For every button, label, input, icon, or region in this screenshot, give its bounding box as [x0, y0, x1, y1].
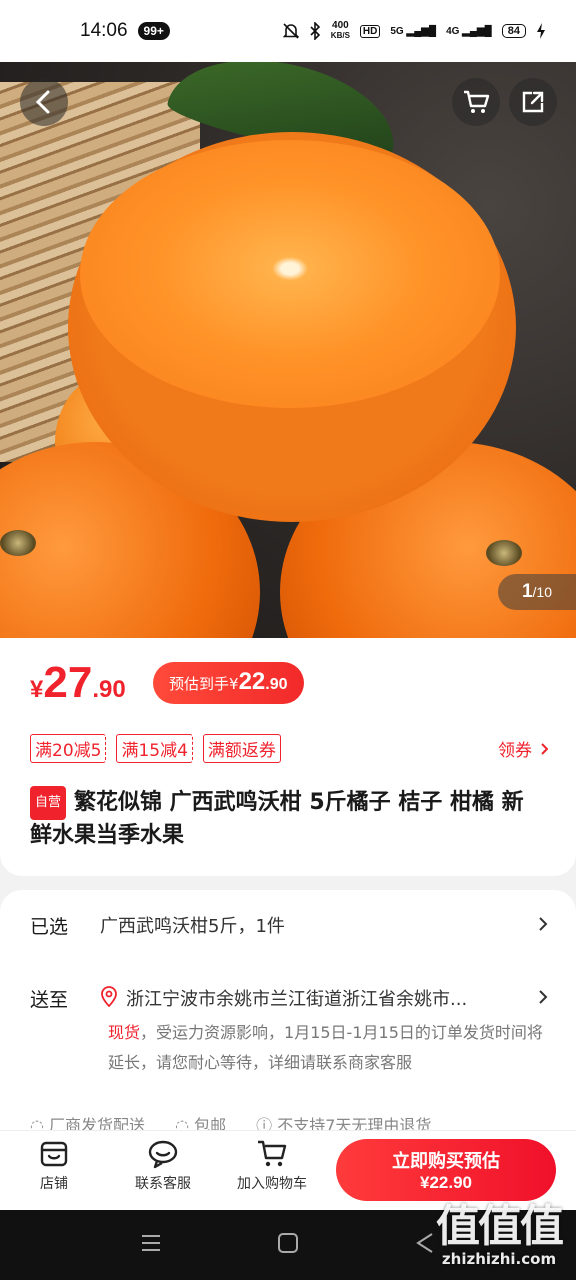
coupon-tag[interactable]: 满20减5 — [30, 734, 107, 763]
get-coupon-label: 领券 — [498, 741, 532, 761]
share-button[interactable] — [509, 78, 557, 126]
chevron-right-icon — [541, 742, 548, 755]
price-card: ¥ 27 .90 预估到手 ¥ 22 .90 满20减5 满15减4 满额返券 … — [0, 638, 576, 876]
estimated-price-label: 预估到手 — [169, 675, 230, 693]
shipping-notice-text: ，受运力资源影响，1月15日-1月15日的订单发货时间将延长，请您耐心等待，详细… — [108, 1023, 543, 1072]
location-pin-icon — [101, 986, 117, 1007]
shipping-address: 浙江宁波市余姚市兰江街道浙江省余姚市... — [126, 989, 468, 1010]
orange-stem-graphic — [486, 540, 522, 566]
price-integer: 27 — [43, 658, 93, 707]
signal-4g-label: 4G — [446, 25, 460, 37]
estimated-price-currency: ¥ — [229, 675, 239, 693]
status-bar: 14:06 99+ 400 KB/S HD 5G ▂▄▆█ 4G ▂▄▆█ 84 — [0, 0, 576, 62]
info-card: 已选 广西武鸣沃柑5斤，1件 送至 浙江宁波市余姚市兰江街道浙江省余姚市... … — [0, 890, 576, 1135]
hd-icon: HD — [359, 24, 381, 38]
estimated-price-decimal: .90 — [265, 676, 288, 693]
estimated-price-pill[interactable]: 预估到手 ¥ 22 .90 — [153, 662, 304, 704]
image-counter-current: 1 — [521, 581, 533, 602]
price-decimal: .90 — [92, 676, 126, 703]
mute-bell-icon — [282, 23, 299, 39]
customer-service-label: 联系客服 — [135, 1176, 191, 1192]
price-currency: ¥ — [30, 676, 44, 703]
menu-icon[interactable] — [140, 1232, 162, 1254]
notification-badge: 99+ — [137, 22, 170, 40]
net-speed-value: 400 — [332, 20, 349, 31]
signal-5g-label: 5G — [390, 25, 404, 37]
estimated-price-integer: 22 — [238, 668, 266, 695]
back-button[interactable] — [20, 78, 68, 126]
store-icon — [40, 1141, 68, 1167]
network-speed: 400 KB/S — [331, 21, 350, 41]
coupon-tag[interactable]: 满15减4 — [116, 734, 193, 763]
image-counter-total: /10 — [532, 584, 553, 600]
stock-status: 现货 — [108, 1023, 141, 1042]
coupon-tag[interactable]: 满额返券 — [202, 734, 281, 763]
watermark-logo-text: 值值值 — [436, 1201, 564, 1252]
selected-value: 广西武鸣沃柑5斤，1件 — [100, 916, 285, 937]
watermark-logo: 值值值 zhizhizhi.com — [436, 1190, 564, 1268]
product-title-text: 繁花似锦 广西武鸣沃柑 5斤橘子 桔子 柑橘 新鲜水果当季水果 — [30, 790, 524, 848]
battery-icon: 84 — [501, 24, 526, 38]
cart-button[interactable] — [452, 78, 500, 126]
selected-label: 已选 — [30, 916, 69, 938]
add-to-cart-label: 加入购物车 — [237, 1176, 307, 1192]
price: ¥ 27 .90 — [30, 658, 126, 708]
status-icons: 400 KB/S HD 5G ▂▄▆█ 4G ▂▄▆█ 84 — [282, 21, 546, 41]
customer-service-button[interactable]: 联系客服 — [113, 1139, 213, 1193]
buy-now-label: 立即购买预估 — [392, 1151, 500, 1172]
bluetooth-icon — [310, 22, 320, 40]
charging-icon — [537, 23, 545, 39]
coupon-list: 满20减5 满15减4 满额返券 — [30, 734, 281, 763]
store-button[interactable]: 店铺 — [4, 1139, 104, 1193]
add-to-cart-button[interactable]: 加入购物车 — [222, 1139, 322, 1193]
chat-bubble-icon — [148, 1140, 178, 1169]
self-operated-badge: 自营 — [30, 786, 67, 820]
store-label: 店铺 — [40, 1176, 68, 1192]
product-image-gallery[interactable]: 1 /10 — [0, 62, 576, 638]
image-counter: 1 /10 — [498, 574, 576, 610]
share-icon — [522, 91, 544, 113]
watermark-url: zhizhizhi.com — [441, 1250, 557, 1268]
orange-stem-graphic — [0, 530, 36, 556]
cart-icon — [258, 1140, 287, 1167]
shipping-notice: 现货，受运力资源影响，1月15日-1月15日的订单发货时间将延长，请您耐心等待，… — [108, 1018, 548, 1078]
orange-flesh-graphic — [80, 140, 500, 408]
home-icon[interactable] — [277, 1232, 299, 1254]
chevron-left-icon — [35, 90, 50, 114]
back-nav-icon[interactable] — [414, 1232, 436, 1254]
clock: 14:06 — [80, 20, 128, 41]
signal-5g-icon: 5G ▂▄▆█ — [390, 25, 437, 37]
signal-4g-icon: 4G ▂▄▆█ — [446, 25, 492, 37]
chevron-right-icon — [539, 990, 548, 1004]
net-speed-unit: KB/S — [330, 31, 350, 40]
chevron-right-icon — [539, 917, 548, 931]
product-title: 自营 繁花似锦 广西武鸣沃柑 5斤橘子 桔子 柑橘 新鲜水果当季水果 — [30, 786, 540, 852]
get-coupon-link[interactable]: 领券 — [498, 736, 548, 761]
shipping-label: 送至 — [30, 989, 69, 1011]
cart-icon — [464, 90, 490, 113]
